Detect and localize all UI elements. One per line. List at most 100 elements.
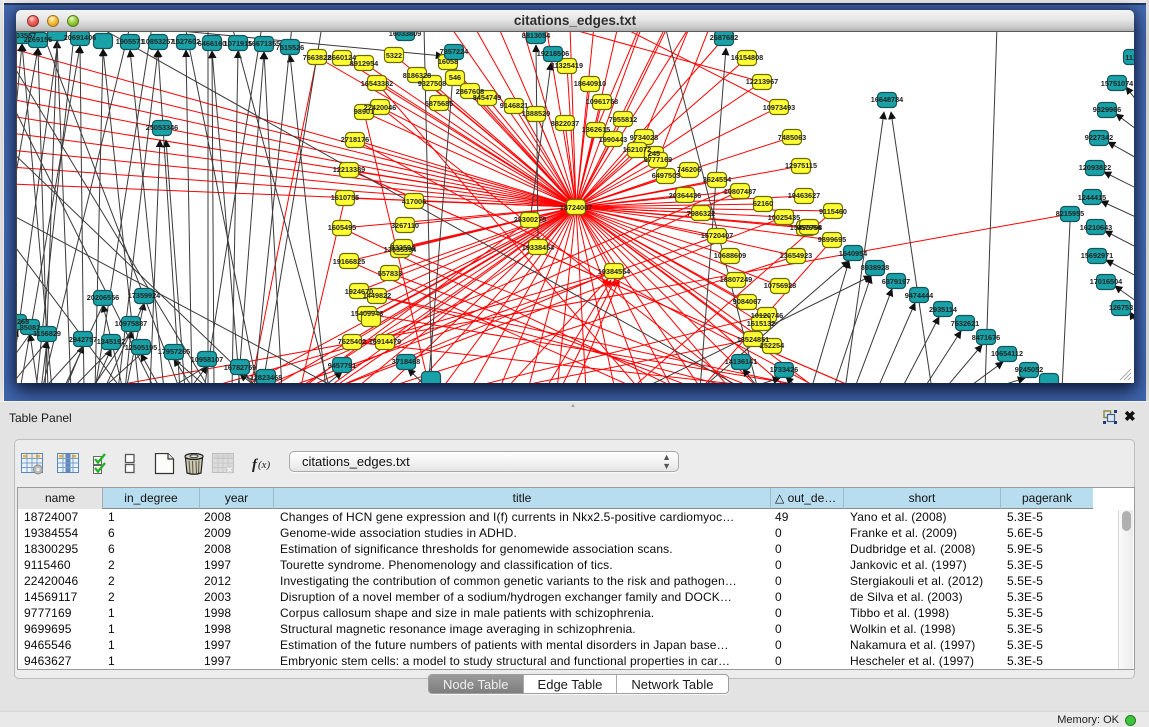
svg-text:17016504: 17016504 [1090, 277, 1123, 286]
svg-text:19384554: 19384554 [598, 267, 631, 276]
svg-text:546: 546 [449, 73, 461, 82]
svg-text:16782759: 16782759 [224, 363, 256, 372]
svg-text:6379197: 6379197 [882, 277, 910, 286]
svg-text:16210643: 16210643 [1080, 223, 1112, 232]
svg-text:9899695: 9899695 [818, 235, 846, 244]
svg-text:7625402: 7625402 [338, 337, 366, 346]
svg-text:17359924: 17359924 [128, 291, 161, 300]
svg-text:18807249: 18807249 [720, 275, 752, 284]
svg-text:12975115: 12975115 [785, 161, 817, 170]
svg-text:15720407: 15720407 [701, 231, 733, 240]
svg-text:2269156: 2269156 [24, 35, 52, 44]
svg-text:1610755: 1610755 [331, 193, 359, 202]
svg-text:746206: 746206 [677, 165, 701, 174]
svg-text:1244415: 1244415 [1078, 193, 1106, 202]
svg-text:7955812: 7955812 [609, 115, 637, 124]
svg-text:1156829: 1156829 [33, 329, 61, 338]
svg-text:15692971: 15692971 [1081, 251, 1113, 260]
svg-text:7357224: 7357224 [440, 47, 469, 56]
svg-text:2942757: 2942757 [69, 335, 97, 344]
svg-text:19463627: 19463627 [788, 191, 820, 200]
svg-text:98901: 98901 [354, 107, 374, 116]
svg-text:19338454: 19338454 [522, 243, 555, 252]
svg-text:2867608: 2867608 [456, 87, 484, 96]
svg-text:957964: 957964 [797, 223, 822, 232]
svg-text:25053346: 25053346 [146, 123, 178, 132]
svg-text:19218506: 19218506 [537, 49, 569, 58]
svg-text:12213967: 12213967 [746, 77, 778, 86]
svg-text:10961758: 10961758 [586, 97, 618, 106]
svg-text:15751074: 15751074 [1101, 79, 1134, 88]
svg-text:20691406: 20691406 [64, 33, 96, 42]
svg-text:15409948: 15409948 [351, 309, 383, 318]
svg-text:1905571: 1905571 [116, 37, 144, 46]
svg-text:8912954: 8912954 [350, 59, 379, 68]
svg-text:9777169: 9777169 [644, 155, 672, 164]
svg-text:1733426: 1733426 [770, 365, 798, 374]
svg-text:10853257: 10853257 [142, 37, 174, 46]
svg-text:11325419: 11325419 [551, 61, 583, 70]
svg-text:62160: 62160 [753, 199, 773, 208]
svg-text:1112: 1112 [1125, 53, 1134, 62]
svg-text:8471676: 8471676 [972, 333, 1000, 342]
svg-text:9245052: 9245052 [1015, 365, 1043, 374]
svg-text:7986322: 7986322 [687, 209, 715, 218]
svg-text:7485063: 7485063 [778, 133, 806, 142]
svg-text:10654112: 10654112 [991, 349, 1023, 358]
svg-text:533594: 533594 [391, 243, 416, 252]
svg-text:8938928: 8938928 [861, 263, 889, 272]
svg-text:5875685: 5875685 [425, 99, 453, 108]
svg-text:557833: 557833 [378, 269, 402, 278]
svg-text:9734028: 9734028 [630, 133, 658, 142]
svg-text:7515526: 7515526 [276, 43, 304, 52]
svg-text:9457791: 9457791 [328, 361, 356, 370]
svg-text:1362615: 1362615 [582, 125, 610, 134]
svg-text:1615132: 1615132 [747, 319, 775, 328]
svg-text:3624554: 3624554 [703, 175, 732, 184]
svg-text:12093822: 12093822 [1079, 163, 1111, 172]
svg-text:20206556: 20206556 [87, 293, 119, 302]
svg-text:9329966: 9329966 [1093, 105, 1121, 114]
svg-text:6466160: 6466160 [198, 39, 226, 48]
svg-text:16033809: 16033809 [389, 32, 421, 38]
svg-text:18640910: 18640910 [574, 79, 606, 88]
svg-text:9327508: 9327508 [418, 79, 446, 88]
svg-text:10025435: 10025435 [768, 213, 800, 222]
svg-text:12823468: 12823468 [250, 373, 282, 382]
svg-text:14136141: 14136141 [725, 357, 757, 366]
svg-text:13654923: 13654923 [780, 251, 812, 260]
svg-text:1990443: 1990443 [599, 135, 627, 144]
svg-text:1640954: 1640954 [839, 249, 868, 258]
svg-text:16154808: 16154808 [731, 53, 763, 62]
svg-text:3718468: 3718468 [392, 357, 420, 366]
svg-text:9227342: 9227342 [1085, 133, 1113, 142]
svg-text:16648784: 16648784 [871, 95, 904, 104]
svg-text:8813054: 8813054 [522, 32, 551, 40]
svg-text:20364436: 20364436 [669, 191, 701, 200]
svg-text:12213389: 12213389 [333, 165, 365, 174]
svg-text:16914479: 16914479 [369, 337, 401, 346]
svg-text:2935114: 2935114 [929, 305, 958, 314]
svg-text:10807487: 10807487 [724, 187, 756, 196]
svg-text:10756928: 10756928 [764, 281, 796, 290]
svg-text:12505195: 12505195 [125, 343, 157, 352]
svg-text:1345192: 1345192 [97, 337, 125, 346]
svg-text:9084067: 9084067 [733, 297, 761, 306]
svg-text:2718176: 2718176 [341, 135, 369, 144]
svg-text:17957265: 17957265 [158, 347, 190, 356]
svg-text:10958107: 10958107 [191, 355, 223, 364]
svg-text:19166825: 19166825 [333, 257, 365, 266]
svg-text:5322: 5322 [386, 51, 402, 60]
svg-text:1527602: 1527602 [172, 37, 200, 46]
svg-text:10975887: 10975887 [115, 319, 147, 328]
svg-text:252254: 252254 [760, 341, 785, 350]
svg-text:25300275: 25300275 [514, 215, 546, 224]
svg-text:1605495: 1605495 [328, 223, 356, 232]
svg-text:10973493: 10973493 [763, 103, 795, 112]
svg-text:2687682: 2687682 [710, 33, 738, 42]
svg-text:8215955: 8215955 [1056, 209, 1084, 218]
svg-text:3267110: 3267110 [391, 221, 419, 230]
svg-text:(x): (x) [258, 459, 271, 471]
svg-text:16543382: 16543382 [361, 79, 393, 88]
svg-text:16058: 16058 [438, 57, 458, 66]
